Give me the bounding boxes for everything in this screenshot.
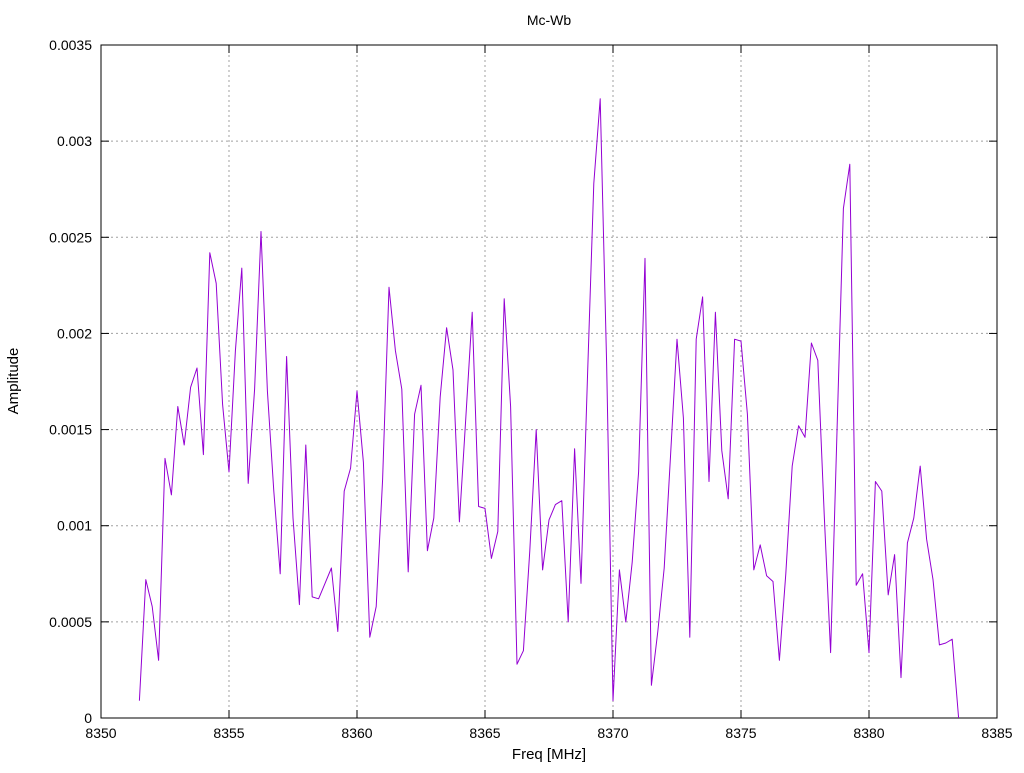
chart-root: 8350 8355 8360 8365 8370 8375 8380 8385 0 0.0005 0…: [0, 0, 1024, 768]
chart-title: Mc-Wb: [527, 12, 572, 28]
y-tick-label: 0.0005: [49, 614, 92, 630]
y-tick-label: 0.0025: [49, 229, 92, 245]
plot-frame: [100, 44, 998, 719]
x-axis-label: Freq [MHz]: [512, 746, 586, 763]
x-tick-label: 8365: [469, 725, 500, 741]
x-tick-label: 8385: [981, 725, 1012, 741]
x-tick-label: 8360: [341, 725, 372, 741]
y-tick-label: 0.003: [57, 133, 92, 149]
y-tick-label: 0.002: [57, 325, 92, 341]
y-tick-label: 0.0015: [49, 422, 92, 438]
line-chart: 8350 8355 8360 8365 8370 8375 8380 8385 0 0.0005 0…: [5, 12, 1013, 763]
y-axis-label: Amplitude: [5, 348, 22, 415]
x-tick-label: 8355: [213, 725, 244, 741]
y-tick-label: 0: [84, 710, 92, 726]
y-tick-label: 0.0035: [49, 37, 92, 53]
x-tick-label: 8375: [725, 725, 756, 741]
grid-layer: [101, 45, 997, 718]
x-tick-label: 8370: [597, 725, 628, 741]
x-tick-label: 8350: [85, 725, 116, 741]
y-tick-label: 0.001: [57, 518, 92, 534]
x-tick-label: 8380: [853, 725, 884, 741]
ticks-layer: 8350 8355 8360 8365 8370 8375 8380 8385 0 0.0005 0…: [49, 37, 1013, 741]
series-layer: [138, 98, 960, 719]
series-line-0: [138, 98, 960, 719]
